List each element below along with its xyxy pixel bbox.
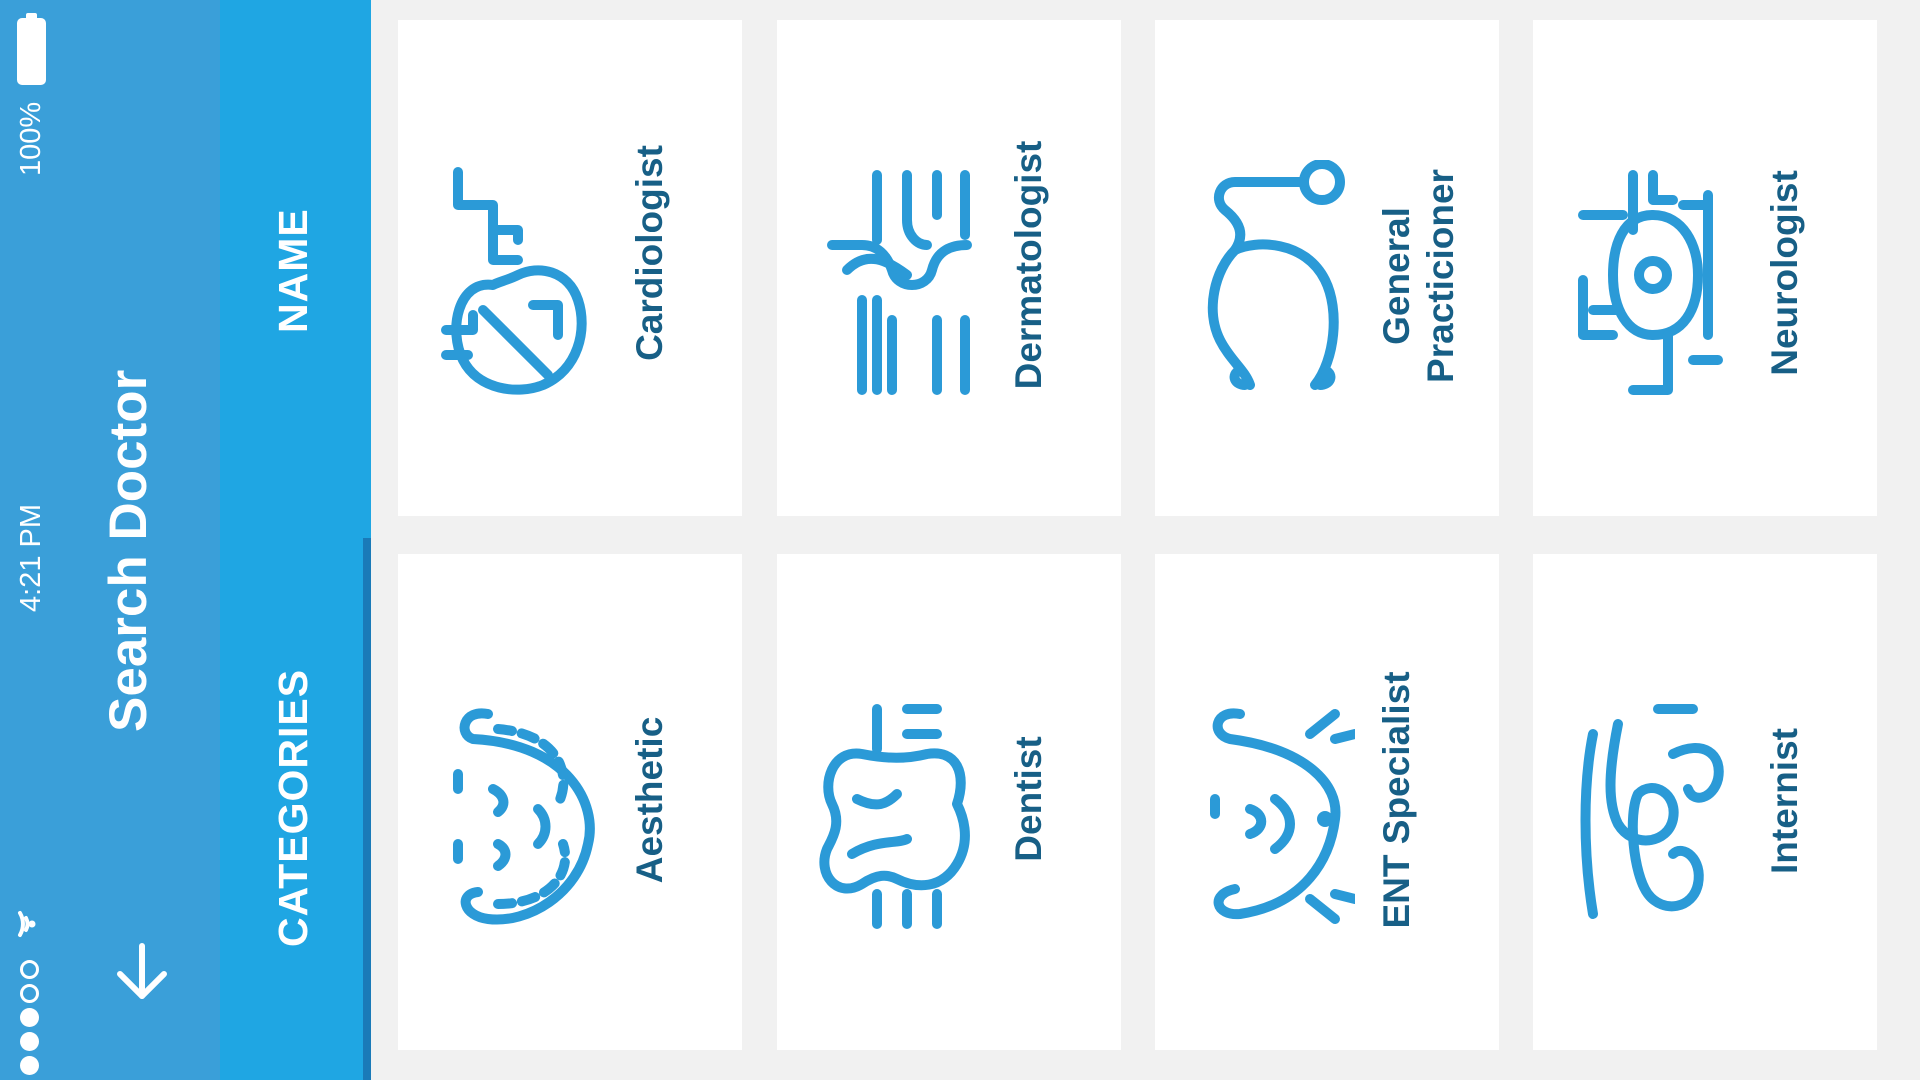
category-label: Dermatologist xyxy=(1008,140,1049,390)
category-card-general-practicioner[interactable]: General Practicioner xyxy=(1155,20,1499,516)
category-label: ENT Specialist xyxy=(1376,671,1417,929)
category-label: Cardiologist xyxy=(629,145,670,361)
neuron-icon xyxy=(1578,170,1723,395)
category-label: Neurologist xyxy=(1764,170,1805,376)
header: Search Doctor xyxy=(68,0,220,1080)
category-card-dermatologist[interactable]: Dermatologist xyxy=(777,20,1121,516)
heart-icon xyxy=(441,167,587,395)
stethoscope-icon xyxy=(1207,160,1345,390)
battery-icon xyxy=(17,18,46,85)
category-card-ent-specialist[interactable]: ENT Specialist xyxy=(1155,554,1499,1050)
skin-icon xyxy=(827,170,972,395)
tab-active-indicator xyxy=(363,538,371,1080)
tab-categories[interactable]: CATEGORIES xyxy=(270,669,317,947)
face-icon xyxy=(453,708,595,925)
intestine-icon xyxy=(1580,704,1724,919)
tab-bar: NAME CATEGORIES xyxy=(220,0,371,1080)
back-arrow-icon[interactable] xyxy=(114,942,170,1002)
status-time: 4:21 PM xyxy=(15,504,47,612)
battery-percent: 100% xyxy=(15,101,47,176)
category-label: General Practicioner xyxy=(1376,169,1461,383)
category-card-internist[interactable]: Internist xyxy=(1533,554,1877,1050)
tab-name[interactable]: NAME xyxy=(270,208,317,333)
ear-nose-throat-icon xyxy=(1210,708,1355,924)
signal-strength-icon xyxy=(20,955,39,1075)
category-label: Dentist xyxy=(1008,736,1049,862)
wifi-icon xyxy=(18,911,36,937)
category-card-aesthetic[interactable]: Aesthetic xyxy=(398,554,742,1050)
category-card-dentist[interactable]: Dentist xyxy=(777,554,1121,1050)
status-bar: 100% 4:21 PM xyxy=(0,0,68,1080)
category-label: Internist xyxy=(1764,728,1805,874)
tooth-icon xyxy=(819,704,970,929)
page-title: Search Doctor xyxy=(99,369,158,732)
category-label: Aesthetic xyxy=(629,716,670,884)
category-card-cardiologist[interactable]: Cardiologist xyxy=(398,20,742,516)
category-card-neurologist[interactable]: Neurologist xyxy=(1533,20,1877,516)
